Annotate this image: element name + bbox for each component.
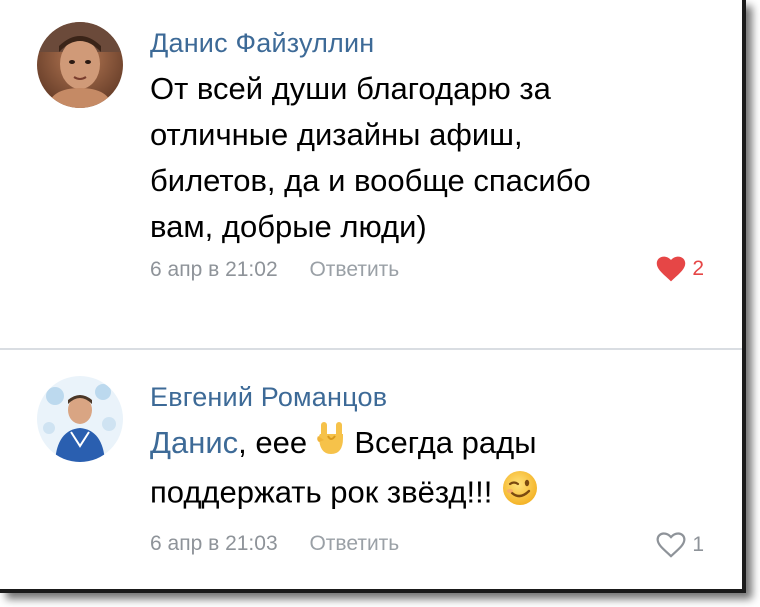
comment-text-fragment: Всегда рады [354, 425, 537, 460]
reply-button[interactable]: Ответить [309, 258, 399, 281]
mention-link[interactable]: Данис [150, 425, 238, 460]
like-button[interactable]: 2 [656, 256, 704, 282]
comment-text-line: поддержать рок звёзд!!! [150, 469, 650, 520]
comment-item: Данис Файзуллин От всей души благодарю з… [0, 18, 742, 338]
avatar[interactable] [37, 376, 123, 462]
comment-text-line: отличные дизайны афиш, [150, 117, 523, 152]
comment-meta: 6 апр в 21:02 Ответить [150, 258, 399, 282]
comment-text-line: билетов, да и вообще спасибо [150, 163, 591, 198]
comment-timestamp: 6 апр в 21:03 [150, 532, 278, 555]
comment-text-line: От всей души благодарю за [150, 71, 551, 106]
like-count: 1 [692, 533, 704, 556]
comment-timestamp: 6 апр в 21:02 [150, 258, 278, 281]
reply-button[interactable]: Ответить [309, 532, 399, 555]
like-button[interactable]: 1 [656, 532, 704, 558]
comment-text-fragment: , еее [238, 425, 308, 460]
divider [0, 348, 742, 350]
comment-item: Евгений Романцов Данис, еее Всегда рады … [0, 372, 742, 582]
comment-author[interactable]: Данис Файзуллин [150, 28, 374, 59]
comment-author[interactable]: Евгений Романцов [150, 382, 387, 413]
rock-hand-emoji-icon [316, 420, 346, 469]
like-count: 2 [692, 257, 704, 280]
avatar[interactable] [37, 22, 123, 108]
comment-meta: 6 апр в 21:03 Ответить [150, 532, 399, 556]
comment-text-line: вам, добрые люди) [150, 209, 427, 244]
winking-face-emoji-icon [501, 469, 539, 520]
comment-text-line: Данис, еее Всегда рады [150, 420, 650, 469]
comments-screen: Данис Файзуллин От всей души благодарю з… [0, 0, 746, 593]
comment-text: От всей души благодарю за отличные дизай… [150, 66, 650, 250]
heart-outline-icon [656, 532, 686, 558]
comment-text: Данис, еее Всегда рады поддержать рок зв… [150, 420, 650, 520]
heart-filled-icon [657, 256, 686, 282]
comment-text-fragment: поддержать рок звёзд!!! [150, 475, 493, 510]
